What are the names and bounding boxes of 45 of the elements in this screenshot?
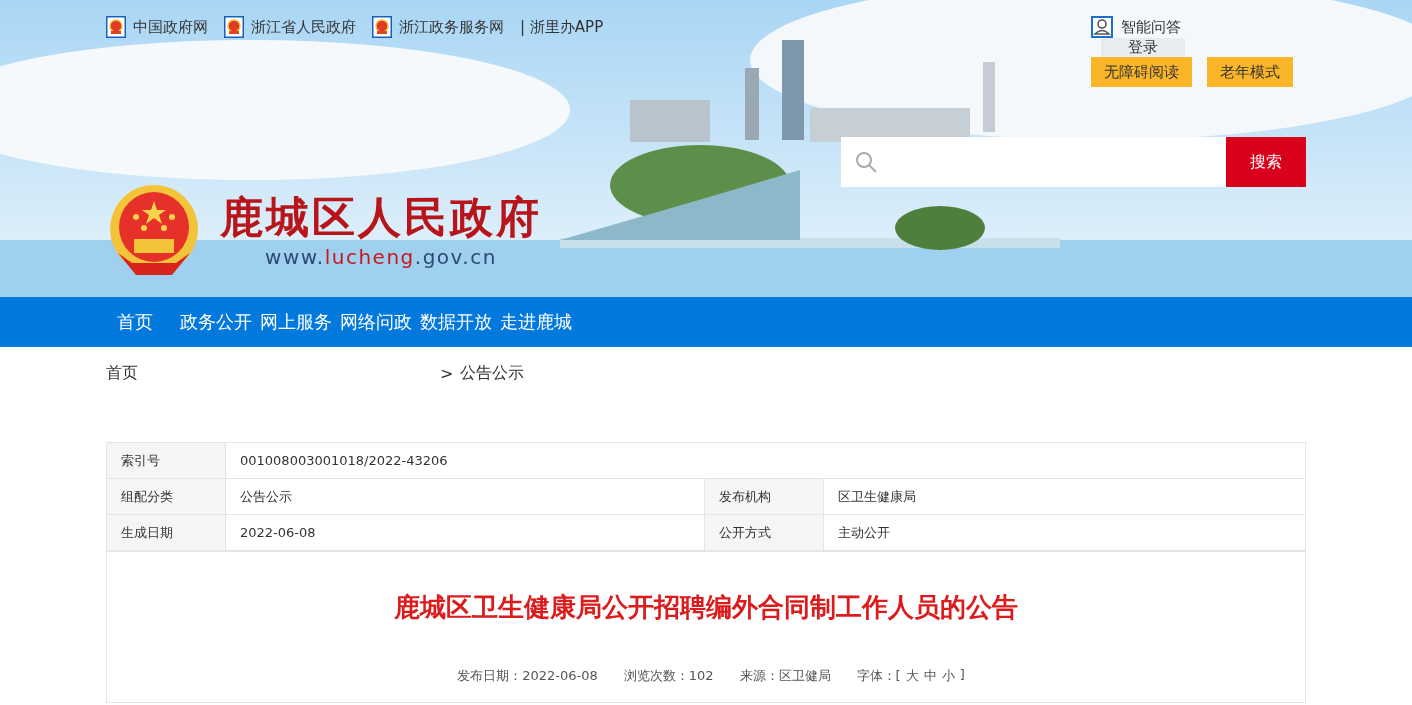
mode-button[interactable]: 无障碍阅读 xyxy=(1091,57,1192,87)
emblem-icon xyxy=(372,16,392,38)
site-url: www.lucheng.gov.cn xyxy=(265,244,497,269)
table-label: 生成日期 xyxy=(107,515,226,551)
font-size-link[interactable]: 中 xyxy=(923,667,937,685)
top-link[interactable]: 中国政府网 xyxy=(133,17,208,37)
table-cell: 001008003001018/2022-43206 xyxy=(226,443,1305,479)
table-cell: 区卫生健康局 xyxy=(824,479,1305,515)
nav-item[interactable]: 数据开放 xyxy=(420,310,492,334)
login-link[interactable]: 登录 xyxy=(1101,38,1185,57)
article-title: 鹿城区卫生健康局公开招聘编外合同制工作人员的公告 xyxy=(394,591,1018,624)
search-button[interactable]: 搜索 xyxy=(1226,137,1306,187)
table-cell: 主动公开 xyxy=(824,515,1305,551)
search-field[interactable] xyxy=(841,137,1226,187)
breadcrumb-link[interactable]: 首页 xyxy=(106,363,406,384)
emblem-icon xyxy=(106,16,126,38)
meta-text: 字体：[ xyxy=(856,667,901,685)
top-link[interactable]: | 浙里办APP xyxy=(520,17,604,37)
table-label: 索引号 xyxy=(107,443,226,479)
meta-text: ] xyxy=(959,667,965,684)
nav-item[interactable]: 政务公开 xyxy=(180,310,252,334)
emblem-icon xyxy=(224,16,244,38)
nav-item[interactable]: 首页 xyxy=(117,310,153,334)
font-size-link[interactable]: 大 xyxy=(905,667,919,685)
meta-text: 来源：区卫健局 xyxy=(739,667,831,685)
nav-item[interactable]: 网上服务 xyxy=(260,310,332,334)
table-cell: 公告公示 xyxy=(226,479,705,515)
table-label: 组配分类 xyxy=(107,479,226,515)
nav-item[interactable]: 走进鹿城 xyxy=(500,310,572,334)
top-link[interactable]: 浙江省人民政府 xyxy=(251,17,356,37)
meta-text: 发布日期：2022-06-08 xyxy=(457,667,598,685)
table-label: 公开方式 xyxy=(705,515,824,551)
table-label: 发布机构 xyxy=(705,479,824,515)
font-size-link[interactable]: 小 xyxy=(941,667,955,685)
table-cell: 2022-06-08 xyxy=(226,515,705,551)
breadcrumb-separator: > xyxy=(440,364,454,383)
search-icon xyxy=(855,151,877,173)
meta-text: 浏览次数：102 xyxy=(623,667,714,685)
site-title: 鹿城区人民政府 xyxy=(220,195,542,239)
user-icon xyxy=(1091,16,1113,38)
nav-item[interactable]: 网络问政 xyxy=(340,310,412,334)
breadcrumb-link[interactable]: 公告公示 xyxy=(460,363,525,384)
mode-button[interactable]: 老年模式 xyxy=(1207,57,1293,87)
top-link[interactable]: 浙江政务服务网 xyxy=(399,17,504,37)
qa-link[interactable]: 智能问答 xyxy=(1121,17,1181,37)
